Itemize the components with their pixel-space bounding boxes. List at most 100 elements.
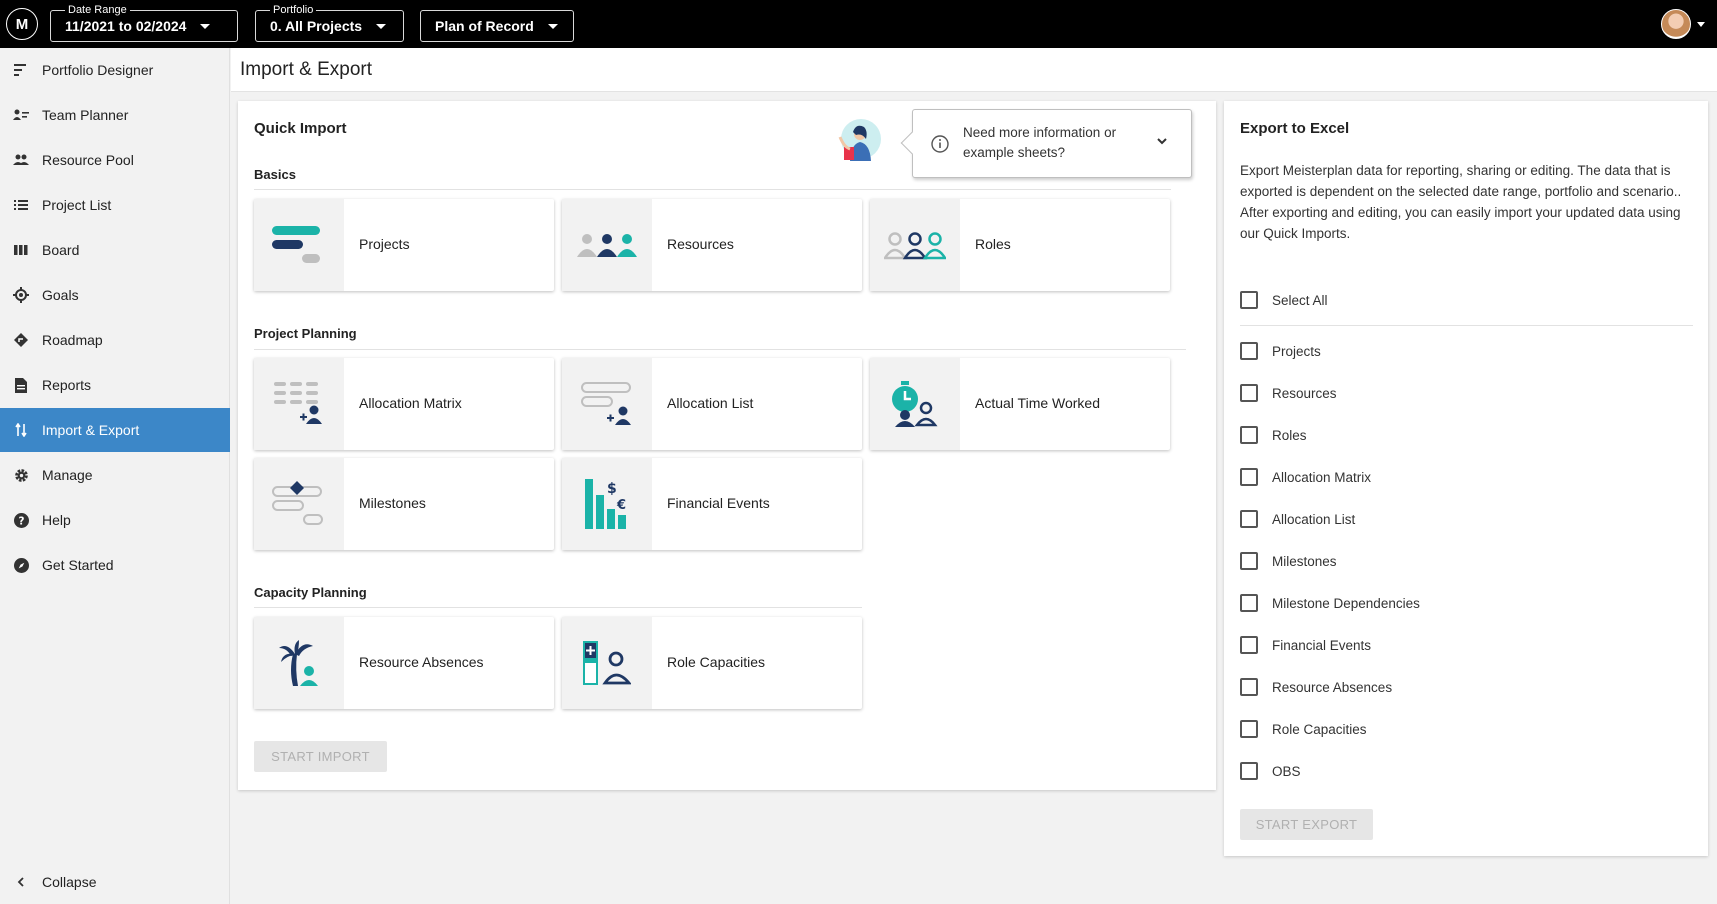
chevron-left-icon xyxy=(13,877,29,887)
checkbox-label: Projects xyxy=(1272,343,1321,359)
section-title-project-planning: Project Planning xyxy=(254,326,357,341)
import-card-roles[interactable]: Roles xyxy=(870,199,1170,291)
select-all-checkbox[interactable]: Select All xyxy=(1240,289,1328,311)
stopwatch-person-icon xyxy=(870,358,960,450)
card-label: Milestones xyxy=(359,495,426,511)
more-info-expander[interactable]: Need more information or example sheets? xyxy=(900,109,1192,178)
export-option-milestone-dependencies[interactable]: Milestone Dependencies xyxy=(1240,592,1420,614)
sidebar-item-label: Portfolio Designer xyxy=(42,62,154,78)
import-export-icon xyxy=(13,422,29,438)
checkbox-icon xyxy=(1240,636,1258,654)
help-icon: ? xyxy=(13,512,29,528)
sidebar-item-team-planner[interactable]: Team Planner xyxy=(0,93,230,137)
export-option-resource-absences[interactable]: Resource Absences xyxy=(1240,676,1392,698)
checkbox-icon xyxy=(1240,291,1258,309)
collapse-label: Collapse xyxy=(42,874,97,890)
sidebar-item-goals[interactable]: Goals xyxy=(0,273,230,317)
sidebar-item-manage[interactable]: Manage xyxy=(0,453,230,497)
scenario-dropdown[interactable]: Plan of Record xyxy=(420,10,574,42)
export-option-milestones[interactable]: Milestones xyxy=(1240,550,1337,572)
card-label: Resource Absences xyxy=(359,654,484,670)
sidebar-item-label: Import & Export xyxy=(42,422,140,438)
svg-text:?: ? xyxy=(18,515,24,527)
sidebar-item-label: Get Started xyxy=(42,557,114,573)
export-option-allocation-list[interactable]: Allocation List xyxy=(1240,508,1355,530)
caret-down-icon xyxy=(376,23,387,29)
compass-icon xyxy=(13,557,29,573)
card-label: Actual Time Worked xyxy=(975,395,1101,411)
sidebar-item-import-export[interactable]: Import & Export xyxy=(0,408,230,452)
project-list-icon xyxy=(13,197,29,213)
sidebar-item-label: Project List xyxy=(42,197,112,213)
sidebar-item-portfolio-designer[interactable]: Portfolio Designer xyxy=(0,48,230,92)
card-label: Financial Events xyxy=(667,495,770,511)
import-card-allocation-list[interactable]: Allocation List xyxy=(562,358,862,450)
resources-icon xyxy=(562,199,652,291)
sidebar-item-help[interactable]: ? Help xyxy=(0,498,230,542)
caret-down-icon xyxy=(547,23,558,29)
sidebar-item-label: Board xyxy=(42,242,80,258)
checkbox-label: Allocation List xyxy=(1272,511,1356,527)
sidebar-item-reports[interactable]: Reports xyxy=(0,363,230,407)
card-label: Resources xyxy=(667,236,734,252)
export-option-obs[interactable]: OBS xyxy=(1240,760,1301,782)
portfolio-value: 0. All Projects xyxy=(270,18,363,34)
checkbox-icon xyxy=(1240,762,1258,780)
sidebar-item-roadmap[interactable]: Roadmap xyxy=(0,318,230,362)
export-option-resources[interactable]: Resources xyxy=(1240,382,1337,404)
sidebar-item-label: Resource Pool xyxy=(42,152,134,168)
start-import-button[interactable]: START IMPORT xyxy=(254,741,387,772)
export-option-role-capacities[interactable]: Role Capacities xyxy=(1240,718,1367,740)
portfolio-label: Portfolio xyxy=(270,3,317,17)
checkbox-label: Allocation Matrix xyxy=(1272,469,1372,485)
card-label: Allocation List xyxy=(667,395,754,411)
app-logo[interactable]: M xyxy=(6,8,38,40)
export-option-projects[interactable]: Projects xyxy=(1240,340,1321,362)
section-title-capacity-planning: Capacity Planning xyxy=(254,585,367,600)
sidebar-item-board[interactable]: Board xyxy=(0,228,230,272)
export-option-financial-events[interactable]: Financial Events xyxy=(1240,634,1371,656)
sidebar-item-label: Help xyxy=(42,512,71,528)
svg-text:$: $ xyxy=(607,481,617,497)
export-description: Export Meisterplan data for reporting, s… xyxy=(1240,160,1690,244)
checkbox-icon xyxy=(1240,720,1258,738)
team-planner-icon xyxy=(13,107,29,123)
sidebar-item-resource-pool[interactable]: Resource Pool xyxy=(0,138,230,182)
checkbox-label: Milestone Dependencies xyxy=(1272,595,1420,611)
user-avatar[interactable] xyxy=(1661,9,1691,39)
top-bar: M Date Range 11/2021 to 02/2024 Portfoli… xyxy=(0,0,1717,48)
import-card-financial-events[interactable]: $ € Financial Events xyxy=(562,458,862,550)
checkbox-icon xyxy=(1240,384,1258,402)
sidebar-item-label: Reports xyxy=(42,377,92,393)
export-option-allocation-matrix[interactable]: Allocation Matrix xyxy=(1240,466,1371,488)
sidebar-item-label: Manage xyxy=(42,467,93,483)
sidebar-item-get-started[interactable]: Get Started xyxy=(0,543,230,587)
import-card-milestones[interactable]: Milestones xyxy=(254,458,554,550)
section-title-basics: Basics xyxy=(254,167,296,182)
sidebar-item-project-list[interactable]: Project List xyxy=(0,183,230,227)
svg-text:€: € xyxy=(616,498,626,513)
import-card-projects[interactable]: Projects xyxy=(254,199,554,291)
role-capacities-icon xyxy=(562,617,652,709)
import-card-role-capacities[interactable]: Role Capacities xyxy=(562,617,862,709)
import-card-resource-absences[interactable]: Resource Absences xyxy=(254,617,554,709)
caret-down-icon[interactable] xyxy=(1697,22,1705,27)
portfolio-dropdown[interactable]: Portfolio 0. All Projects xyxy=(255,3,404,42)
collapse-button[interactable]: Collapse xyxy=(0,868,230,896)
milestones-icon xyxy=(254,458,344,550)
export-option-roles[interactable]: Roles xyxy=(1240,424,1307,446)
chevron-down-icon[interactable] xyxy=(1156,138,1168,146)
checkbox-label: Roles xyxy=(1272,427,1307,443)
import-card-allocation-matrix[interactable]: Allocation Matrix xyxy=(254,358,554,450)
import-card-actual-time-worked[interactable]: Actual Time Worked xyxy=(870,358,1170,450)
import-card-resources[interactable]: Resources xyxy=(562,199,862,291)
roles-icon xyxy=(870,199,960,291)
section-divider xyxy=(1240,325,1693,326)
export-description-line-1: Export Meisterplan data for reporting, s… xyxy=(1240,163,1682,199)
reports-icon xyxy=(13,377,29,393)
scenario-value: Plan of Record xyxy=(435,18,534,34)
date-range-dropdown[interactable]: Date Range 11/2021 to 02/2024 xyxy=(50,3,238,42)
start-export-button[interactable]: START EXPORT xyxy=(1240,809,1373,840)
export-description-line-2: After exporting and editing, you can eas… xyxy=(1240,205,1681,241)
support-person-illustration xyxy=(838,119,881,161)
